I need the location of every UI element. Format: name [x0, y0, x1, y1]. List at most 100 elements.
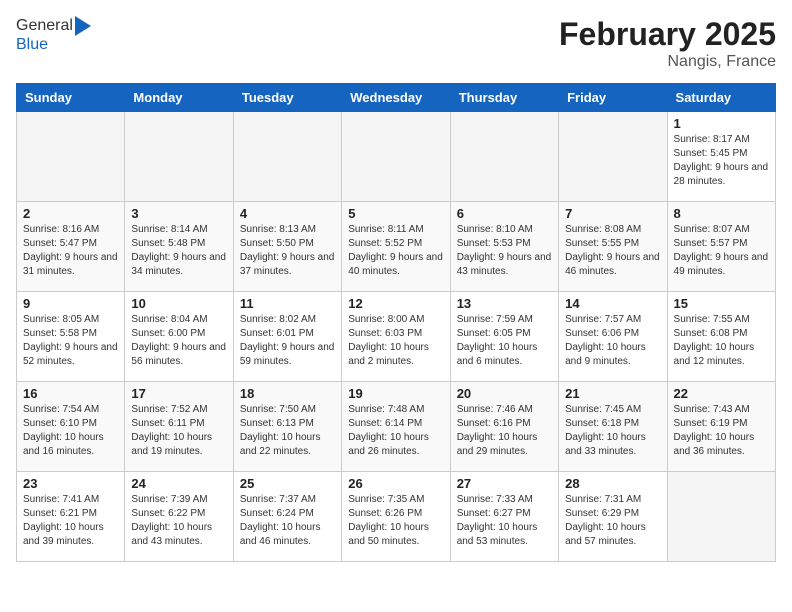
day-number: 25 [240, 476, 335, 491]
logo: General Blue [16, 16, 91, 54]
day-info: Sunrise: 8:10 AM Sunset: 5:53 PM Dayligh… [457, 223, 552, 279]
day-info: Sunrise: 8:11 AM Sunset: 5:52 PM Dayligh… [348, 223, 443, 279]
calendar-cell: 12 Sunrise: 8:00 AM Sunset: 6:03 PM Dayli… [342, 292, 450, 382]
calendar-cell: 25 Sunrise: 7:37 AM Sunset: 6:24 PM Dayli… [233, 472, 341, 562]
calendar-cell [17, 112, 125, 202]
day-number: 18 [240, 386, 335, 401]
day-info: Sunrise: 8:05 AM Sunset: 5:58 PM Dayligh… [23, 313, 118, 369]
calendar-cell: 27 Sunrise: 7:33 AM Sunset: 6:27 PM Dayli… [450, 472, 558, 562]
day-number: 8 [674, 206, 769, 221]
calendar-week-row: 16 Sunrise: 7:54 AM Sunset: 6:10 PM Dayli… [17, 382, 776, 472]
month-year-title: February 2025 [559, 16, 776, 53]
calendar-cell [559, 112, 667, 202]
header-friday: Friday [559, 84, 667, 112]
day-info: Sunrise: 8:04 AM Sunset: 6:00 PM Dayligh… [131, 313, 226, 369]
day-number: 11 [240, 296, 335, 311]
day-info: Sunrise: 8:07 AM Sunset: 5:57 PM Dayligh… [674, 223, 769, 279]
day-number: 16 [23, 386, 118, 401]
calendar-cell: 17 Sunrise: 7:52 AM Sunset: 6:11 PM Dayli… [125, 382, 233, 472]
day-number: 9 [23, 296, 118, 311]
calendar-cell: 7Sunrise: 8:08 AM Sunset: 5:55 PM Daylig… [559, 202, 667, 292]
logo-arrow-icon [75, 16, 91, 36]
calendar-cell: 28 Sunrise: 7:31 AM Sunset: 6:29 PM Dayli… [559, 472, 667, 562]
calendar-cell [667, 472, 775, 562]
day-info: Sunrise: 7:48 AM Sunset: 6:14 PM Dayligh… [348, 403, 443, 459]
header-saturday: Saturday [667, 84, 775, 112]
calendar-header: Sunday Monday Tuesday Wednesday Thursday… [17, 84, 776, 112]
day-info: Sunrise: 7:35 AM Sunset: 6:26 PM Dayligh… [348, 493, 443, 549]
day-number: 3 [131, 206, 226, 221]
day-info: Sunrise: 8:14 AM Sunset: 5:48 PM Dayligh… [131, 223, 226, 279]
title-section: February 2025 Nangis, France [559, 16, 776, 71]
logo-blue-text: Blue [16, 36, 48, 54]
header-thursday: Thursday [450, 84, 558, 112]
calendar-cell [450, 112, 558, 202]
day-number: 15 [674, 296, 769, 311]
calendar-cell [125, 112, 233, 202]
calendar-cell: 23 Sunrise: 7:41 AM Sunset: 6:21 PM Dayli… [17, 472, 125, 562]
calendar-cell: 22Sunrise: 7:43 AM Sunset: 6:19 PM Dayli… [667, 382, 775, 472]
header-sunday: Sunday [17, 84, 125, 112]
location-subtitle: Nangis, France [559, 53, 776, 71]
calendar-cell: 20Sunrise: 7:46 AM Sunset: 6:16 PM Dayli… [450, 382, 558, 472]
day-number: 4 [240, 206, 335, 221]
day-number: 12 [348, 296, 443, 311]
day-number: 7 [565, 206, 660, 221]
calendar-cell [342, 112, 450, 202]
calendar-cell: 3 Sunrise: 8:14 AM Sunset: 5:48 PM Daylig… [125, 202, 233, 292]
day-headers-row: Sunday Monday Tuesday Wednesday Thursday… [17, 84, 776, 112]
day-info: Sunrise: 7:31 AM Sunset: 6:29 PM Dayligh… [565, 493, 660, 549]
day-number: 2 [23, 206, 118, 221]
day-info: Sunrise: 7:43 AM Sunset: 6:19 PM Dayligh… [674, 403, 769, 459]
day-number: 21 [565, 386, 660, 401]
calendar-cell: 24 Sunrise: 7:39 AM Sunset: 6:22 PM Dayli… [125, 472, 233, 562]
day-info: Sunrise: 7:39 AM Sunset: 6:22 PM Dayligh… [131, 493, 226, 549]
calendar-week-row: 2 Sunrise: 8:16 AM Sunset: 5:47 PM Daylig… [17, 202, 776, 292]
calendar-week-row: 9 Sunrise: 8:05 AM Sunset: 5:58 PM Daylig… [17, 292, 776, 382]
calendar-cell: 8 Sunrise: 8:07 AM Sunset: 5:57 PM Daylig… [667, 202, 775, 292]
calendar-week-row: 1 Sunrise: 8:17 AM Sunset: 5:45 PM Daylig… [17, 112, 776, 202]
day-info: Sunrise: 7:41 AM Sunset: 6:21 PM Dayligh… [23, 493, 118, 549]
day-info: Sunrise: 8:02 AM Sunset: 6:01 PM Dayligh… [240, 313, 335, 369]
day-info: Sunrise: 7:45 AM Sunset: 6:18 PM Dayligh… [565, 403, 660, 459]
day-info: Sunrise: 7:37 AM Sunset: 6:24 PM Dayligh… [240, 493, 335, 549]
day-number: 26 [348, 476, 443, 491]
day-number: 6 [457, 206, 552, 221]
calendar-cell: 16 Sunrise: 7:54 AM Sunset: 6:10 PM Dayli… [17, 382, 125, 472]
calendar-cell: 10Sunrise: 8:04 AM Sunset: 6:00 PM Dayli… [125, 292, 233, 382]
header-monday: Monday [125, 84, 233, 112]
calendar-cell: 18Sunrise: 7:50 AM Sunset: 6:13 PM Dayli… [233, 382, 341, 472]
calendar-cell: 13 Sunrise: 7:59 AM Sunset: 6:05 PM Dayli… [450, 292, 558, 382]
page-header: General Blue February 2025 Nangis, Franc… [16, 16, 776, 71]
day-info: Sunrise: 7:33 AM Sunset: 6:27 PM Dayligh… [457, 493, 552, 549]
day-number: 27 [457, 476, 552, 491]
day-number: 14 [565, 296, 660, 311]
day-info: Sunrise: 7:57 AM Sunset: 6:06 PM Dayligh… [565, 313, 660, 369]
day-number: 28 [565, 476, 660, 491]
day-number: 24 [131, 476, 226, 491]
day-info: Sunrise: 8:13 AM Sunset: 5:50 PM Dayligh… [240, 223, 335, 279]
day-info: Sunrise: 8:00 AM Sunset: 6:03 PM Dayligh… [348, 313, 443, 369]
day-number: 1 [674, 116, 769, 131]
calendar-cell: 2 Sunrise: 8:16 AM Sunset: 5:47 PM Daylig… [17, 202, 125, 292]
day-info: Sunrise: 8:17 AM Sunset: 5:45 PM Dayligh… [674, 133, 769, 189]
calendar-cell: 21 Sunrise: 7:45 AM Sunset: 6:18 PM Dayli… [559, 382, 667, 472]
day-number: 23 [23, 476, 118, 491]
day-number: 5 [348, 206, 443, 221]
header-tuesday: Tuesday [233, 84, 341, 112]
day-info: Sunrise: 7:54 AM Sunset: 6:10 PM Dayligh… [23, 403, 118, 459]
calendar-cell: 1 Sunrise: 8:17 AM Sunset: 5:45 PM Daylig… [667, 112, 775, 202]
day-info: Sunrise: 7:52 AM Sunset: 6:11 PM Dayligh… [131, 403, 226, 459]
calendar-cell: 26 Sunrise: 7:35 AM Sunset: 6:26 PM Dayli… [342, 472, 450, 562]
day-info: Sunrise: 8:16 AM Sunset: 5:47 PM Dayligh… [23, 223, 118, 279]
calendar-cell: 15 Sunrise: 7:55 AM Sunset: 6:08 PM Dayli… [667, 292, 775, 382]
calendar-cell: 9 Sunrise: 8:05 AM Sunset: 5:58 PM Daylig… [17, 292, 125, 382]
day-info: Sunrise: 7:55 AM Sunset: 6:08 PM Dayligh… [674, 313, 769, 369]
calendar-table: Sunday Monday Tuesday Wednesday Thursday… [16, 83, 776, 562]
calendar-body: 1 Sunrise: 8:17 AM Sunset: 5:45 PM Daylig… [17, 112, 776, 562]
day-number: 13 [457, 296, 552, 311]
calendar-cell: 19Sunrise: 7:48 AM Sunset: 6:14 PM Dayli… [342, 382, 450, 472]
day-number: 17 [131, 386, 226, 401]
day-info: Sunrise: 7:59 AM Sunset: 6:05 PM Dayligh… [457, 313, 552, 369]
calendar-week-row: 23 Sunrise: 7:41 AM Sunset: 6:21 PM Dayli… [17, 472, 776, 562]
